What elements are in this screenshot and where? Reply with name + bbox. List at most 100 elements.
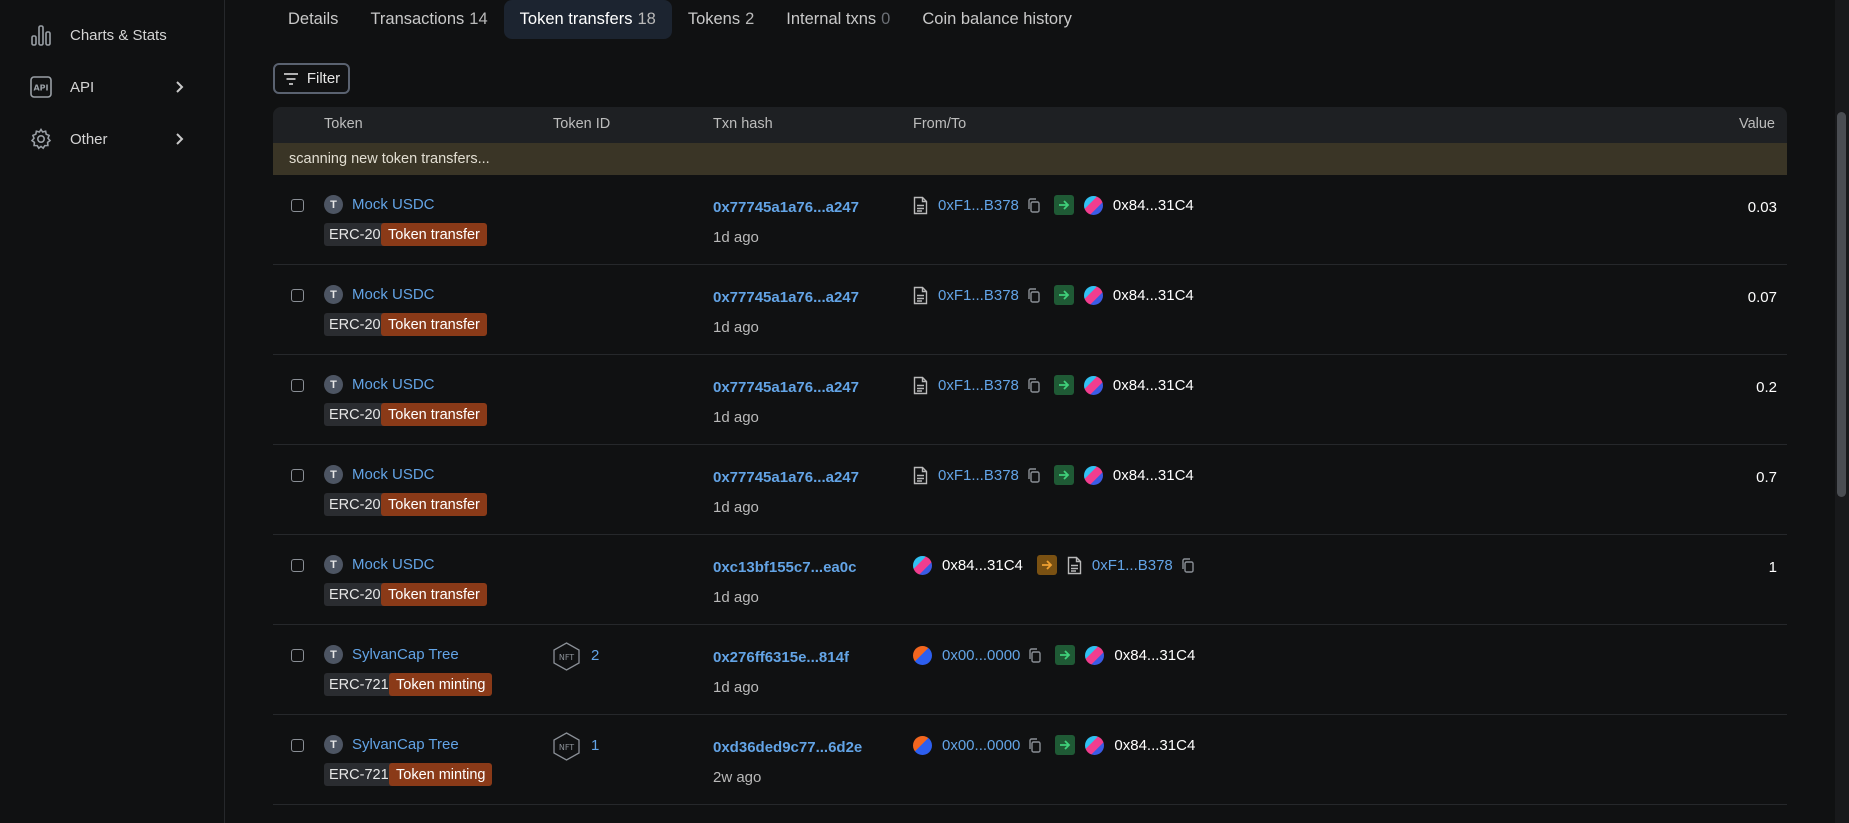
- copy-icon[interactable]: [1027, 467, 1040, 483]
- transfer-type-badge: Token transfer: [381, 493, 487, 516]
- copy-icon[interactable]: [1181, 557, 1194, 573]
- from-to-cell: 0xF1...B378 0x84...31C4: [913, 284, 1194, 306]
- to-address[interactable]: 0xF1...B378: [1092, 557, 1173, 574]
- token-name-link[interactable]: Mock USDC: [352, 196, 435, 213]
- transfer-type-badge: Token transfer: [381, 223, 487, 246]
- address-avatar: [913, 555, 932, 575]
- table-body: T Mock USDC ERC-20 Token transfer 0x77745a1a…: [273, 175, 1787, 805]
- scrollbar[interactable]: [1835, 0, 1849, 823]
- header-from-to: From/To: [913, 116, 967, 132]
- nft-icon: NFT: [553, 642, 580, 671]
- address-avatar: [1083, 285, 1103, 305]
- address-avatar: [1083, 195, 1103, 215]
- token-avatar: T: [324, 465, 343, 484]
- tab-bar: Details Transactions 14 Token transfers 18…: [272, 0, 1088, 39]
- filter-icon: [283, 72, 299, 86]
- token-id-link[interactable]: 2: [591, 647, 599, 664]
- arrow-right-icon: [1055, 735, 1076, 755]
- copy-icon[interactable]: [1028, 737, 1042, 753]
- from-to-cell: 0xF1...B378 0x84...31C4: [913, 464, 1194, 486]
- copy-icon[interactable]: [1028, 647, 1042, 663]
- transfer-value: 0.03: [1747, 199, 1777, 216]
- table-row: T Mock USDC ERC-20 Token transfer 0xc13bf155…: [273, 535, 1787, 625]
- sidebar: Charts & Stats API API Other: [0, 0, 225, 823]
- token-name-link[interactable]: SylvanCap Tree: [352, 736, 459, 753]
- contract-icon: [1067, 556, 1082, 575]
- transfer-value: 1: [1768, 559, 1777, 576]
- row-checkbox[interactable]: [291, 379, 304, 392]
- token-avatar: T: [324, 285, 343, 304]
- txn-age: 1d ago: [713, 409, 759, 426]
- row-checkbox[interactable]: [291, 199, 304, 212]
- scrollbar-thumb[interactable]: [1837, 112, 1846, 497]
- tab-internal-txns[interactable]: Internal txns 0: [770, 0, 906, 39]
- transfer-value: 0.07: [1747, 289, 1777, 306]
- header-value: Value: [1738, 116, 1775, 132]
- token-standard-badge: ERC-721: [324, 763, 394, 786]
- txn-hash-link[interactable]: 0x77745a1a76...a247: [713, 199, 859, 216]
- to-address[interactable]: 0x84...31C4: [1113, 287, 1194, 304]
- tab-coin-balance-history[interactable]: Coin balance history: [906, 0, 1088, 39]
- tab-token-transfers[interactable]: Token transfers 18: [503, 0, 672, 39]
- to-address[interactable]: 0x84...31C4: [1114, 647, 1195, 664]
- txn-hash-link[interactable]: 0x77745a1a76...a247: [713, 469, 859, 486]
- to-address[interactable]: 0x84...31C4: [1113, 467, 1194, 484]
- svg-text:NFT: NFT: [559, 743, 574, 752]
- token-avatar: T: [324, 195, 343, 214]
- token-name-link[interactable]: SylvanCap Tree: [352, 646, 459, 663]
- txn-hash-link[interactable]: 0x276ff6315e...814f: [713, 649, 849, 666]
- tab-label: Details: [288, 10, 339, 28]
- from-address[interactable]: 0xF1...B378: [938, 467, 1019, 484]
- copy-icon[interactable]: [1027, 377, 1040, 393]
- copy-icon[interactable]: [1027, 287, 1040, 303]
- from-address[interactable]: 0x00...0000: [942, 737, 1020, 754]
- address-avatar: [1083, 465, 1103, 485]
- row-checkbox[interactable]: [291, 739, 304, 752]
- tab-label: Internal txns: [786, 10, 877, 28]
- token-name-link[interactable]: Mock USDC: [352, 376, 435, 393]
- sidebar-item-api[interactable]: API API: [28, 71, 193, 103]
- tab-count: 0: [881, 10, 891, 28]
- row-checkbox[interactable]: [291, 469, 304, 482]
- row-checkbox[interactable]: [291, 289, 304, 302]
- token-standard-badge: ERC-721: [324, 673, 394, 696]
- from-address[interactable]: 0xF1...B378: [938, 377, 1019, 394]
- tab-label: Coin balance history: [922, 10, 1072, 28]
- from-address[interactable]: 0x84...31C4: [942, 557, 1023, 574]
- address-avatar: [913, 735, 932, 755]
- tab-transactions[interactable]: Transactions 14: [354, 0, 503, 39]
- txn-hash-link[interactable]: 0xd36ded9c77...6d2e: [713, 739, 862, 756]
- arrow-right-icon: [1053, 375, 1074, 395]
- from-address[interactable]: 0x00...0000: [942, 647, 1020, 664]
- row-checkbox[interactable]: [291, 649, 304, 662]
- tab-details[interactable]: Details: [272, 0, 354, 39]
- tab-label: Transactions: [370, 10, 465, 28]
- txn-age: 1d ago: [713, 229, 759, 246]
- to-address[interactable]: 0x84...31C4: [1113, 377, 1194, 394]
- filter-button[interactable]: Filter: [273, 63, 350, 94]
- arrow-right-icon: [1053, 465, 1074, 485]
- transfer-value: 0.2: [1756, 379, 1777, 396]
- to-address[interactable]: 0x84...31C4: [1113, 197, 1194, 214]
- sidebar-item-other[interactable]: Other: [28, 123, 193, 155]
- token-name-link[interactable]: Mock USDC: [352, 286, 435, 303]
- from-to-cell: 0x00...0000 0x84...31C4: [913, 734, 1195, 756]
- token-name-link[interactable]: Mock USDC: [352, 466, 435, 483]
- tab-tokens[interactable]: Tokens 2: [672, 0, 770, 39]
- token-name-link[interactable]: Mock USDC: [352, 556, 435, 573]
- token-standard-badge: ERC-20: [324, 583, 386, 606]
- chevron-right-icon: [171, 131, 187, 151]
- to-address[interactable]: 0x84...31C4: [1114, 737, 1195, 754]
- txn-hash-link[interactable]: 0x77745a1a76...a247: [713, 289, 859, 306]
- scanning-notice: scanning new token transfers...: [273, 143, 1787, 175]
- from-address[interactable]: 0xF1...B378: [938, 197, 1019, 214]
- txn-hash-link[interactable]: 0x77745a1a76...a247: [713, 379, 859, 396]
- copy-icon[interactable]: [1027, 197, 1040, 213]
- sidebar-item-charts-stats[interactable]: Charts & Stats: [28, 19, 193, 51]
- address-avatar: [913, 645, 932, 665]
- token-id-link[interactable]: 1: [591, 737, 599, 754]
- tab-label: Tokens: [687, 10, 741, 28]
- txn-hash-link[interactable]: 0xc13bf155c7...ea0c: [713, 559, 856, 576]
- row-checkbox[interactable]: [291, 559, 304, 572]
- from-address[interactable]: 0xF1...B378: [938, 287, 1019, 304]
